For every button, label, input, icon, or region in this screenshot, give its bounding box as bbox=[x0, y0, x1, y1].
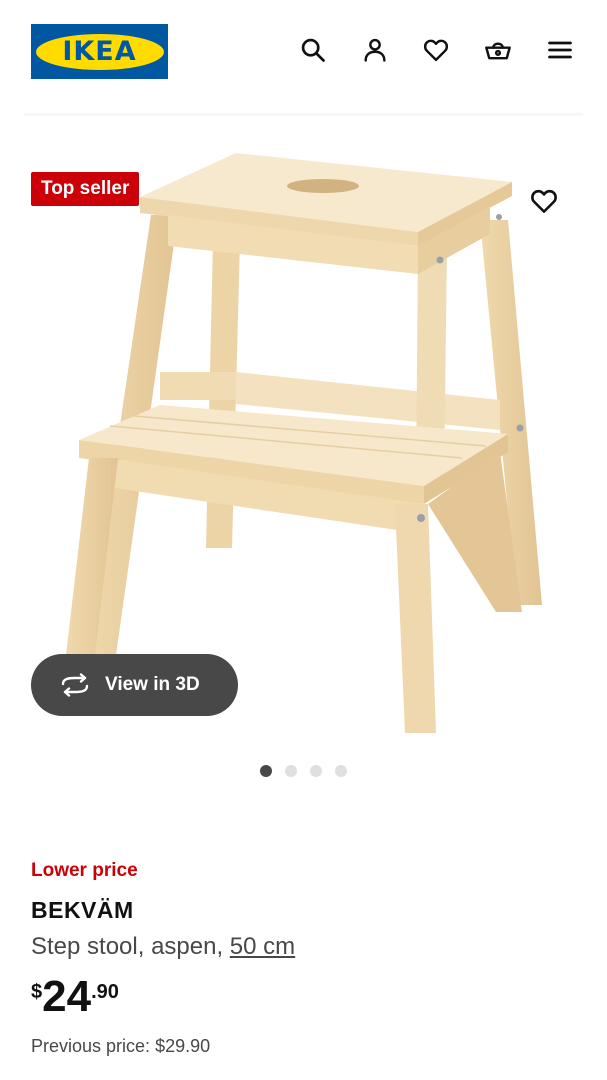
account-icon bbox=[364, 38, 386, 62]
product-wishlist-button[interactable] bbox=[527, 184, 561, 218]
menu-icon bbox=[548, 41, 572, 59]
previous-price-label: Previous price: bbox=[31, 1036, 156, 1056]
rotate-3d-icon bbox=[58, 668, 92, 702]
wishlist-button[interactable] bbox=[420, 34, 452, 66]
view-in-3d-button[interactable]: View in 3D bbox=[31, 654, 238, 716]
product-size-link[interactable]: 50 cm bbox=[230, 933, 295, 960]
ikea-logo[interactable]: IKEA bbox=[31, 24, 168, 79]
account-button[interactable] bbox=[359, 34, 391, 66]
cart-button[interactable] bbox=[482, 34, 514, 66]
carousel-dot[interactable] bbox=[285, 765, 297, 777]
search-icon bbox=[301, 38, 325, 62]
carousel-dot[interactable] bbox=[335, 765, 347, 777]
carousel-dot[interactable] bbox=[260, 765, 272, 777]
logo-text: IKEA bbox=[62, 36, 137, 67]
header: IKEA bbox=[0, 0, 607, 110]
logo-oval: IKEA bbox=[35, 33, 164, 70]
lower-price-label: Lower price bbox=[31, 860, 138, 881]
price-decimal: .90 bbox=[91, 981, 119, 1003]
product-description: Step stool, aspen, 50 cm bbox=[31, 933, 295, 961]
view-in-3d-label: View in 3D bbox=[105, 674, 200, 695]
top-seller-badge: Top seller bbox=[31, 172, 140, 206]
search-button[interactable] bbox=[297, 34, 329, 66]
product-name: BEKVÄM bbox=[31, 897, 134, 923]
heart-icon bbox=[531, 189, 557, 213]
wishlist-icon bbox=[423, 39, 449, 62]
cart-icon bbox=[485, 42, 511, 60]
menu-button[interactable] bbox=[544, 34, 576, 66]
product-price: $ 24 .90 bbox=[31, 975, 119, 1019]
previous-price: Previous price: $29.90 bbox=[31, 1036, 210, 1057]
carousel-dots bbox=[260, 765, 347, 777]
product-description-text: Step stool, aspen, bbox=[31, 933, 230, 960]
carousel-dot[interactable] bbox=[310, 765, 322, 777]
price-integer: 24 bbox=[42, 972, 92, 1021]
price-currency: $ bbox=[31, 981, 43, 1003]
previous-price-value: $29.90 bbox=[155, 1036, 211, 1056]
